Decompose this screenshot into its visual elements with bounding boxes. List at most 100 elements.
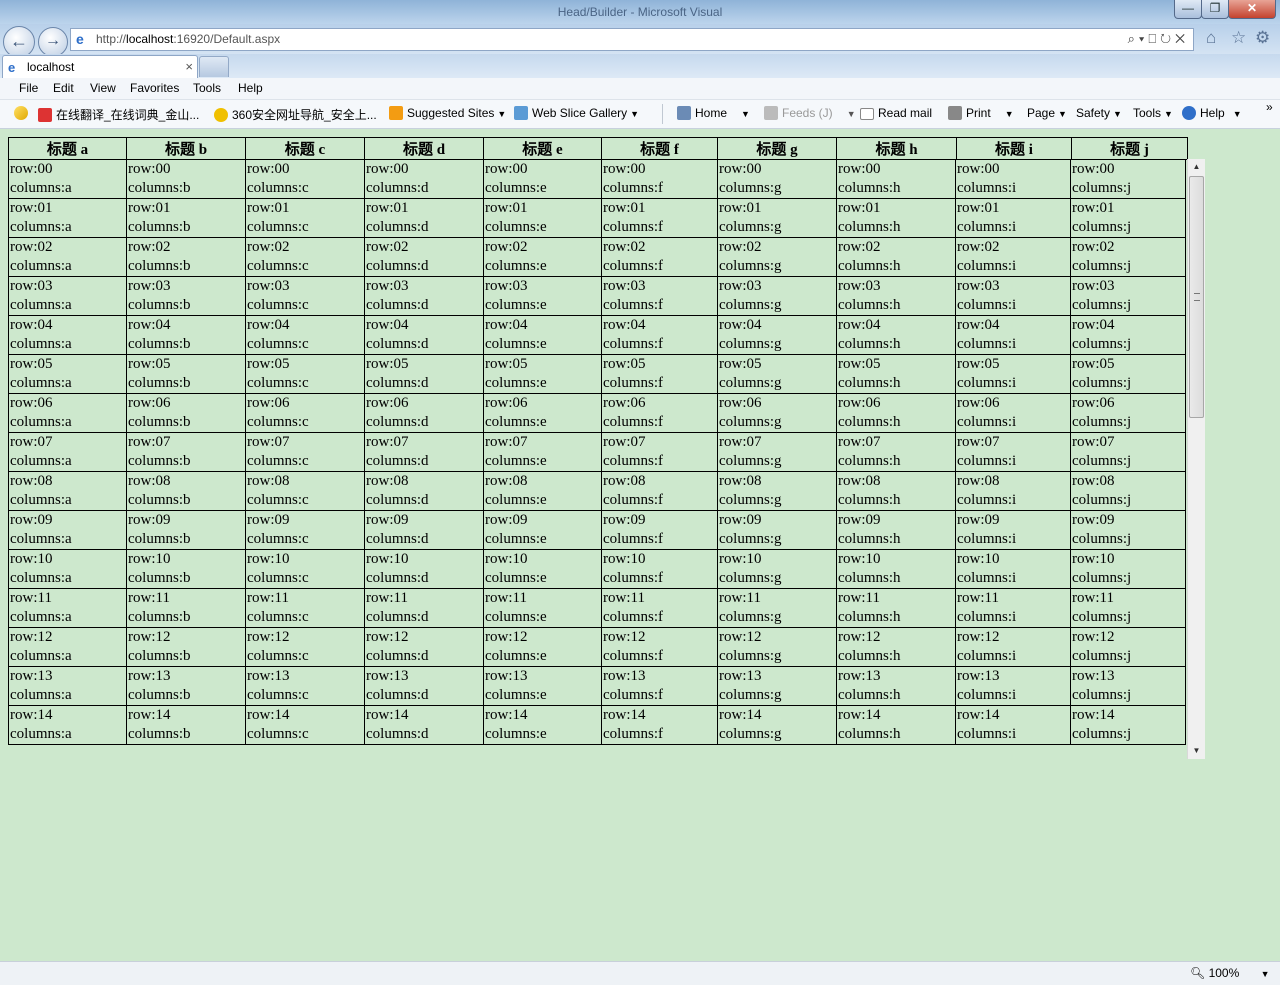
cell-column-label: columns:h [838, 258, 901, 274]
menu-help[interactable]: Help [238, 81, 263, 95]
scrollbar-thumb[interactable] [1189, 176, 1204, 418]
favorites-star-icon[interactable]: ☆ [1231, 28, 1246, 48]
cell-row-label: row:00 [838, 161, 881, 177]
cell-column-label: columns:j [1072, 219, 1132, 235]
cell-row-label: row:05 [485, 356, 528, 372]
tab-localhost[interactable]: e localhost × [2, 55, 198, 78]
home-icon[interactable]: ⌂ [1206, 28, 1216, 48]
help-menu-button[interactable]: Help ▼ [1182, 106, 1242, 120]
cell-column-label: columns:c [247, 336, 309, 352]
cell-row-label: row:06 [10, 395, 53, 411]
close-window-button[interactable]: ✕ [1228, 0, 1276, 19]
cell-row-label: row:03 [1072, 278, 1115, 294]
table-cell: row:11 columns:f [601, 588, 718, 628]
table-row: row:10 columns:a row:10 columns:b row:10 colu… [8, 549, 1186, 589]
cell-column-label: columns:e [485, 414, 547, 430]
read-mail-button[interactable]: Read mail [860, 106, 932, 120]
cell-column-label: columns:h [838, 336, 901, 352]
cell-row-label: row:05 [957, 356, 1000, 372]
command-bar: 在线翻译_在线词典_金山... 360安全网址导航_安全上... Suggest… [0, 100, 1280, 129]
cell-column-label: columns:d [366, 453, 429, 469]
dropdown-arrow-icon: ▼ [1058, 109, 1067, 119]
suggested-sites-icon [389, 106, 403, 120]
scroll-up-arrow-icon[interactable]: ▲ [1188, 159, 1205, 175]
table-cell: row:02 columns:d [364, 237, 484, 277]
table-cell: row:13 columns:c [245, 666, 365, 706]
table-cell: row:04 columns:f [601, 315, 718, 355]
table-cell: row:12 columns:d [364, 627, 484, 667]
table-cell: row:01 columns:c [245, 198, 365, 238]
web-slice-icon [514, 106, 528, 120]
grid-scroll-area[interactable]: row:00 columns:a row:00 columns:b row:00 colu… [8, 159, 1204, 759]
favorite-link-dictionary[interactable]: 在线翻译_在线词典_金山... [38, 106, 199, 123]
menu-favorites[interactable]: Favorites [130, 81, 179, 95]
cell-row-label: row:10 [366, 551, 409, 567]
safety-menu-button[interactable]: Safety ▼ [1076, 106, 1122, 120]
toolbar-overflow-icon[interactable]: » [1266, 100, 1273, 114]
cell-column-label: columns:b [128, 180, 191, 196]
table-cell: row:03 columns:g [717, 276, 837, 316]
minimize-button[interactable]: — [1174, 0, 1202, 19]
cell-column-label: columns:a [10, 414, 72, 430]
table-cell: row:07 columns:j [1070, 432, 1186, 472]
table-cell: row:00 columns:b [126, 159, 246, 199]
cell-row-label: row:04 [10, 317, 53, 333]
page-menu-button[interactable]: Page ▼ [1027, 106, 1067, 120]
cell-column-label: columns:a [10, 258, 72, 274]
table-cell: row:10 columns:g [717, 549, 837, 589]
cell-column-label: columns:c [247, 453, 309, 469]
cell-row-label: row:09 [366, 512, 409, 528]
zoom-level[interactable]: 🔍︎ 100% ▼ [1190, 966, 1270, 980]
cell-column-label: columns:c [247, 726, 309, 742]
cell-column-label: columns:b [128, 531, 191, 547]
favorite-link-360[interactable]: 360安全网址导航_安全上... [214, 106, 377, 123]
cell-row-label: row:12 [719, 629, 762, 645]
address-input[interactable]: e http://localhost:16920/Default.aspx ⌕▾… [70, 28, 1194, 51]
menu-edit[interactable]: Edit [53, 81, 74, 95]
cell-column-label: columns:j [1072, 453, 1132, 469]
maximize-button[interactable]: ❐ [1201, 0, 1229, 19]
table-cell: row:14 columns:a [8, 705, 127, 745]
cell-row-label: row:02 [366, 239, 409, 255]
table-cell: row:05 columns:d [364, 354, 484, 394]
gear-icon[interactable]: ⚙ [1255, 28, 1270, 48]
new-tab-button[interactable] [199, 56, 229, 77]
menu-file[interactable]: File [19, 81, 38, 95]
page-label: Page [1027, 106, 1056, 120]
cell-column-label: columns:e [485, 219, 547, 235]
favorite-web-slice-gallery[interactable]: Web Slice Gallery ▼ [514, 106, 639, 120]
favorite-suggested-sites[interactable]: Suggested Sites ▼ [389, 106, 506, 120]
favorites-star-icon [14, 106, 28, 120]
address-tools-icons[interactable]: ⌕▾⎕↻✕ [1128, 31, 1189, 47]
cell-column-label: columns:i [957, 648, 1017, 664]
table-cell: row:02 columns:h [836, 237, 956, 277]
cell-column-label: columns:b [128, 570, 191, 586]
vertical-scrollbar[interactable]: ▲ ▼ [1187, 159, 1205, 759]
scroll-down-arrow-icon[interactable]: ▼ [1188, 743, 1205, 759]
cell-column-label: columns:j [1072, 726, 1132, 742]
feeds-button[interactable]: Feeds (J) ▼ [764, 106, 856, 120]
table-cell: row:13 columns:f [601, 666, 718, 706]
table-cell: row:01 columns:h [836, 198, 956, 238]
cell-column-label: columns:c [247, 531, 309, 547]
menu-tools[interactable]: Tools [193, 81, 221, 95]
cell-column-label: columns:f [603, 297, 663, 313]
table-cell: row:12 columns:f [601, 627, 718, 667]
table-cell: row:00 columns:g [717, 159, 837, 199]
home-button[interactable]: Home ▼ [677, 106, 750, 120]
tab-close-icon[interactable]: × [185, 59, 193, 74]
print-button[interactable]: Print ▼ [948, 106, 1014, 120]
menu-view[interactable]: View [90, 81, 116, 95]
cell-row-label: row:09 [485, 512, 528, 528]
favorites-star-button[interactable] [14, 106, 32, 120]
grid-body-table: row:00 columns:a row:00 columns:b row:00 colu… [8, 159, 1186, 745]
favorite-label: Suggested Sites [407, 106, 495, 120]
table-cell: row:07 columns:f [601, 432, 718, 472]
cell-column-label: columns:g [719, 297, 782, 313]
forward-button[interactable]: → [38, 27, 68, 57]
cell-column-label: columns:i [957, 258, 1017, 274]
tools-menu-button[interactable]: Tools ▼ [1133, 106, 1173, 120]
table-cell: row:05 columns:i [955, 354, 1071, 394]
address-url[interactable]: http://localhost:16920/Default.aspx [96, 32, 280, 46]
cell-row-label: row:10 [957, 551, 1000, 567]
